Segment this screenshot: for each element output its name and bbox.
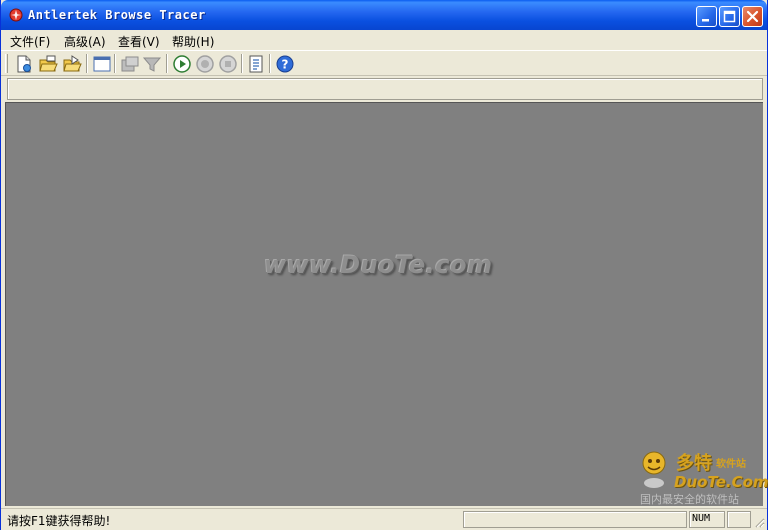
resize-grip-icon[interactable] [753, 516, 765, 528]
open-folder-button[interactable] [38, 54, 58, 74]
report-button[interactable] [246, 54, 266, 74]
export-button[interactable] [120, 54, 140, 74]
status-bar: 请按F1键获得帮助! NUM [1, 508, 767, 530]
toolbar-grip[interactable] [5, 54, 8, 73]
filter-button[interactable] [142, 54, 162, 74]
svg-text:?: ? [282, 58, 289, 72]
address-bar[interactable] [7, 78, 763, 100]
toolbar: ? [1, 50, 767, 76]
menu-file[interactable]: 文件(F) [10, 33, 50, 50]
pause-button[interactable] [195, 54, 215, 74]
window-button[interactable] [92, 54, 112, 74]
app-window: Antlertek Browse Tracer 文件(F) 高级(A) 查看(V… [0, 0, 768, 530]
filter-icon [142, 57, 162, 72]
browse-folder-button[interactable] [62, 54, 82, 74]
logo-cn-sub: 软件站 [716, 459, 746, 470]
menu-advanced[interactable]: 高级(A) [64, 33, 106, 50]
stop-icon [219, 55, 237, 73]
help-icon: ? [276, 55, 294, 73]
help-button[interactable]: ? [275, 54, 295, 74]
logo-en-name: DuoTe.Com [674, 473, 768, 491]
num-lock-indicator: NUM [692, 513, 711, 524]
menu-bar: 文件(F) 高级(A) 查看(V) 帮助(H) [1, 30, 767, 50]
watermark-text: www.DuoTe.com [264, 251, 493, 279]
maximize-icon [723, 10, 736, 23]
pause-icon [196, 55, 214, 73]
maximize-button[interactable] [719, 6, 740, 27]
window-icon [93, 56, 111, 72]
status-pane [727, 511, 751, 528]
status-message: 请按F1键获得帮助! [7, 514, 111, 528]
window-title: Antlertek Browse Tracer [28, 8, 206, 22]
title-bar[interactable]: Antlertek Browse Tracer [1, 0, 767, 30]
new-file-button[interactable] [14, 54, 34, 74]
menu-view[interactable]: 查看(V) [118, 33, 160, 50]
minimize-button[interactable] [696, 6, 717, 27]
browse-folder-icon [63, 55, 82, 72]
toolbar-separator [114, 54, 116, 73]
export-icon [121, 56, 139, 72]
status-pane [463, 511, 687, 528]
toolbar-separator [166, 54, 168, 73]
close-button[interactable] [742, 6, 763, 27]
start-button[interactable] [172, 54, 192, 74]
new-file-icon [17, 55, 31, 73]
report-icon [249, 55, 263, 73]
toolbar-separator [86, 54, 88, 73]
logo-slogan: 国内最安全的软件站 [640, 493, 739, 506]
play-icon [173, 55, 191, 73]
logo-cn-name: 多特 [676, 453, 712, 474]
main-view[interactable]: www.DuoTe.com 多特 软件站 DuoTe.Com 国内最安全的软件站 [5, 102, 768, 507]
open-folder-icon [39, 55, 58, 72]
menu-help[interactable]: 帮助(H) [172, 33, 214, 50]
minimize-icon [702, 19, 709, 22]
close-icon [746, 10, 759, 23]
mascot-icon [642, 451, 666, 488]
num-lock-pane: NUM [689, 511, 725, 528]
stop-button[interactable] [218, 54, 238, 74]
app-icon[interactable] [9, 8, 23, 22]
duote-logo: 多特 软件站 DuoTe.Com 国内最安全的软件站 [634, 449, 768, 507]
toolbar-separator [241, 54, 243, 73]
toolbar-separator [269, 54, 271, 73]
